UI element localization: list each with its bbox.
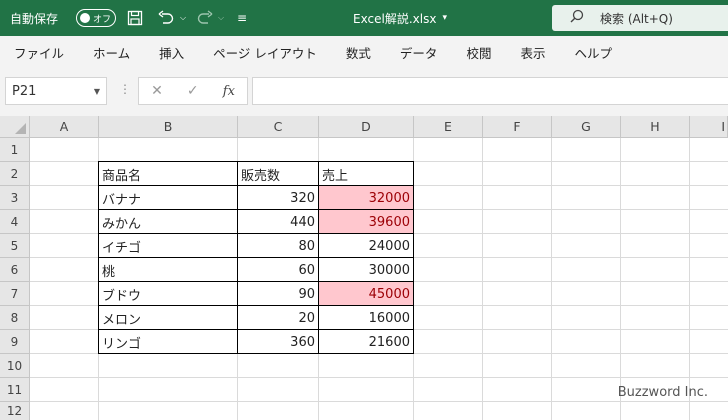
- column-header-c[interactable]: C: [238, 116, 319, 138]
- search-box[interactable]: 検索 (Alt+Q): [552, 5, 728, 31]
- column-header-f[interactable]: F: [483, 116, 552, 138]
- ribbon-tabs: ファイル ホーム 挿入 ページ レイアウト 数式 データ 校閲 表示 ヘルプ: [0, 36, 728, 68]
- row-header-3[interactable]: 3: [0, 186, 30, 210]
- file-name-text: Excel解説.xlsx: [353, 11, 437, 26]
- row-header-10[interactable]: 10: [0, 354, 30, 378]
- column-header-b[interactable]: B: [99, 116, 238, 138]
- name-box-value: P21: [12, 83, 37, 99]
- undo-icon[interactable]: [157, 0, 175, 36]
- row-header-11[interactable]: 11: [0, 378, 30, 402]
- cancel-icon[interactable]: ✕: [151, 83, 163, 99]
- table-border: [98, 209, 414, 210]
- tab-home[interactable]: ホーム: [93, 43, 130, 62]
- chevron-down-icon: ▾: [442, 13, 447, 23]
- autosave-toggle[interactable]: オフ: [76, 9, 116, 27]
- more-options-icon[interactable]: ⋮: [119, 82, 131, 96]
- row-header-8[interactable]: 8: [0, 306, 30, 330]
- search-placeholder: 検索 (Alt+Q): [600, 11, 673, 26]
- row-header-12[interactable]: 12: [0, 402, 30, 420]
- table-border: [98, 281, 414, 282]
- autosave-label: 自動保存: [10, 11, 59, 26]
- table-border: [98, 329, 414, 330]
- table-border: [98, 257, 414, 258]
- file-name[interactable]: Excel解説.xlsx ▾: [300, 0, 500, 36]
- column-header-a[interactable]: A: [30, 116, 99, 138]
- formula-bar-area: P21 ▼ ⋮ ✕ ✓ fx: [0, 68, 728, 116]
- tab-file[interactable]: ファイル: [14, 43, 64, 62]
- row-header-5[interactable]: 5: [0, 234, 30, 258]
- gridline: [30, 377, 728, 378]
- autosave-state: オフ: [93, 14, 112, 25]
- enter-icon[interactable]: ✓: [187, 83, 199, 99]
- toggle-knob-icon: [80, 13, 90, 23]
- redo-dropdown-icon: ⌵: [218, 13, 225, 22]
- row-header-7[interactable]: 7: [0, 282, 30, 306]
- formula-buttons: ✕ ✓ fx: [138, 77, 248, 105]
- formula-input[interactable]: [252, 77, 728, 105]
- column-header-e[interactable]: E: [414, 116, 483, 138]
- row-header-9[interactable]: 9: [0, 330, 30, 354]
- select-all-button[interactable]: [0, 116, 30, 138]
- undo-dropdown-icon[interactable]: ⌵: [180, 0, 186, 36]
- column-header-i[interactable]: I: [690, 116, 728, 138]
- column-header-d[interactable]: D: [319, 116, 414, 138]
- row-header-1[interactable]: 1: [0, 138, 30, 162]
- worksheet-grid[interactable]: A B C D E F G H I 1 2 3 4 5 6 7 8 9 10 1…: [0, 116, 728, 420]
- tab-formulas[interactable]: 数式: [346, 43, 371, 62]
- save-icon[interactable]: [127, 0, 143, 36]
- table-border: [98, 305, 414, 306]
- row-header-4[interactable]: 4: [0, 210, 30, 234]
- tab-insert[interactable]: 挿入: [159, 43, 184, 62]
- redo-icon: [196, 0, 214, 36]
- tab-page-layout[interactable]: ページ レイアウト: [213, 43, 317, 62]
- column-header-g[interactable]: G: [552, 116, 621, 138]
- chevron-down-icon: ▼: [93, 86, 100, 96]
- insert-function-icon[interactable]: fx: [223, 84, 235, 99]
- gridline: [30, 401, 728, 402]
- table-border: [98, 233, 414, 234]
- column-header-h[interactable]: H: [621, 116, 690, 138]
- row-header-2[interactable]: 2: [0, 162, 30, 186]
- name-box[interactable]: P21 ▼: [5, 77, 107, 105]
- watermark: Buzzword Inc.: [617, 385, 708, 400]
- row-header-6[interactable]: 6: [0, 258, 30, 282]
- tab-help[interactable]: ヘルプ: [574, 43, 612, 62]
- table-border: [98, 185, 414, 186]
- tab-review[interactable]: 校閲: [466, 43, 491, 62]
- search-icon: [570, 9, 584, 27]
- customize-toolbar-icon[interactable]: ≡: [237, 0, 247, 36]
- tab-view[interactable]: 表示: [520, 43, 545, 62]
- title-bar: 自動保存 オフ ⌵ ⌵ ≡ Excel解説.xlsx ▾ 検索 (Alt+Q): [0, 0, 728, 36]
- tab-data[interactable]: データ: [400, 43, 438, 62]
